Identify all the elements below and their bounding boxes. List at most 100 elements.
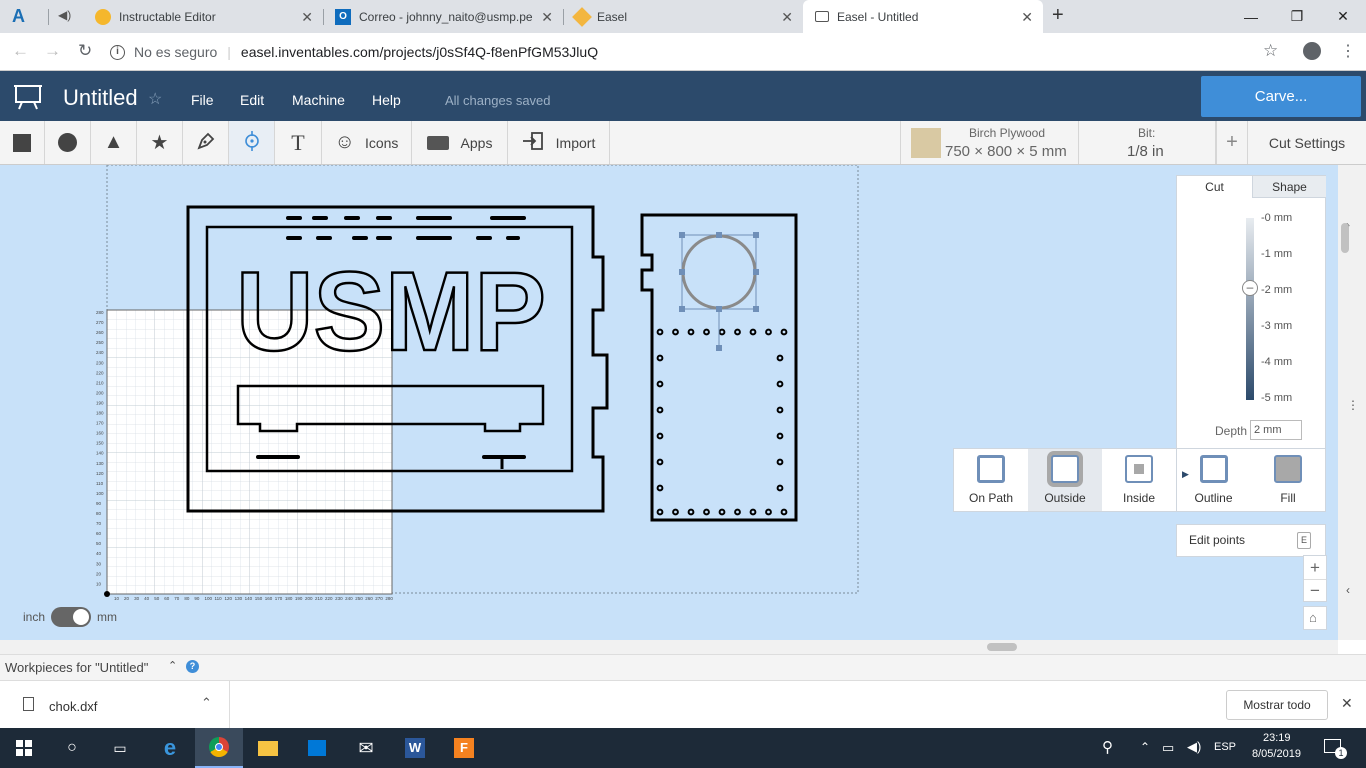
zoom-in-button[interactable]: + [1304, 556, 1326, 579]
store-icon[interactable] [293, 728, 341, 768]
save-status: All changes saved [445, 93, 551, 108]
search-icon[interactable]: ○ [48, 728, 96, 768]
depth-slider-track[interactable] [1246, 218, 1254, 400]
depth-tick-label: -1 mm [1261, 248, 1293, 260]
people-icon[interactable]: ⚲ [1102, 738, 1113, 756]
menu-machine[interactable]: Machine [292, 92, 345, 108]
text-tool[interactable]: T [275, 121, 322, 164]
volume-icon[interactable]: ◀) [1187, 739, 1201, 755]
tab-cut[interactable]: Cut [1177, 176, 1252, 198]
word-icon[interactable]: W [391, 728, 439, 768]
material-selector[interactable]: Birch Plywood 750 × 800 × 5 mm [900, 121, 1079, 164]
easel-logo-icon[interactable] [14, 84, 42, 115]
zoom-out-button[interactable]: − [1304, 579, 1326, 602]
square-icon [13, 133, 31, 152]
star-icon[interactable]: ☆ [1263, 41, 1278, 61]
star-tool[interactable]: ★ [137, 121, 183, 164]
clock-date[interactable]: 8/05/2019 [1252, 748, 1301, 760]
edit-points-button[interactable]: Edit points E [1176, 524, 1326, 557]
horizontal-scrollbar[interactable] [0, 640, 1338, 654]
windows-start-icon[interactable] [0, 728, 48, 768]
y-tick-label: 270 [96, 320, 104, 325]
x-tick-label: 40 [144, 596, 150, 601]
cut-outside-button[interactable]: Outside [1028, 449, 1102, 511]
new-tab-button[interactable]: + [1052, 4, 1064, 27]
carve-button[interactable]: Carve... [1201, 76, 1361, 117]
triangle-tool[interactable]: ▲ [91, 121, 137, 164]
unit-toggle[interactable] [51, 607, 91, 627]
close-tab-icon[interactable]: ✕ [1021, 9, 1033, 26]
back-icon[interactable]: ← [12, 41, 29, 61]
close-tab-icon[interactable]: ✕ [781, 9, 793, 26]
menu-dots-icon[interactable]: ⋮ [1340, 41, 1356, 61]
close-tab-icon[interactable]: ✕ [301, 9, 313, 26]
tab-instructable-editor[interactable]: Instructable Editor ✕ [83, 0, 323, 33]
edge-icon[interactable]: e [146, 728, 194, 768]
cut-fill-button[interactable]: Fill [1251, 449, 1325, 511]
mail-icon[interactable]: ✉ [342, 728, 390, 768]
circle-tool[interactable] [45, 121, 91, 164]
hole-point [765, 508, 772, 516]
vertical-scrollbar[interactable]: › ⋮ ‹ [1338, 165, 1366, 640]
menu-edit[interactable]: Edit [240, 92, 264, 108]
notification-count: 1 [1335, 747, 1347, 759]
project-title[interactable]: Untitled [63, 85, 138, 111]
cut-outline-button[interactable]: ▶ Outline [1176, 449, 1250, 511]
x-tick-label: 200 [305, 596, 313, 601]
apps-tool[interactable]: Apps [412, 121, 508, 164]
menu-file[interactable]: File [191, 92, 214, 108]
download-item[interactable]: chok.dxf ⌃ [0, 681, 230, 729]
show-all-button[interactable]: Mostrar todo [1226, 690, 1328, 720]
chrome-icon[interactable] [195, 728, 243, 768]
point-tool[interactable] [229, 121, 275, 164]
close-icon[interactable]: ✕ [1341, 695, 1353, 712]
bit-selector[interactable]: Bit: 1/8 in [1079, 121, 1216, 164]
fusion360-icon[interactable]: F [440, 728, 488, 768]
scroll-thumb[interactable] [1341, 223, 1349, 253]
mute-icon[interactable]: ◀) [58, 8, 71, 22]
square-tool[interactable] [0, 121, 45, 164]
workpiece-svg: 10 20 30 40 50 60 70 80 90 100 110 120 130 140 150 160 1… [96, 165, 859, 601]
tray-chevron-up-icon[interactable]: ⌃ [1140, 740, 1150, 754]
network-icon[interactable]: ▭ [1162, 740, 1174, 756]
menu-help[interactable]: Help [372, 92, 401, 108]
import-tool[interactable]: Import [508, 121, 610, 164]
help-icon[interactable]: ? [186, 660, 199, 673]
tab-easel[interactable]: Easel ✕ [563, 0, 803, 33]
minimize-button[interactable]: — [1228, 0, 1274, 33]
language-indicator[interactable]: ESP [1214, 741, 1236, 753]
task-view-icon[interactable]: ▭ [96, 728, 144, 768]
close-tab-icon[interactable]: ✕ [541, 9, 553, 26]
icons-tool[interactable]: ☺ Icons [322, 121, 412, 164]
tab-easel-untitled[interactable]: Easel - Untitled ✕ [803, 0, 1043, 33]
add-bit-button[interactable]: + [1216, 121, 1248, 164]
security-label: No es seguro [134, 44, 218, 60]
design-canvas[interactable]: 10 20 30 40 50 60 70 80 90 100 110 120 130 140 150 160 1… [0, 165, 1338, 640]
tab-shape[interactable]: Shape [1252, 176, 1326, 198]
hscroll-thumb[interactable] [987, 643, 1017, 651]
clock-time[interactable]: 23:19 [1263, 732, 1291, 744]
unit-mm-label: mm [97, 610, 117, 624]
home-view-button[interactable]: ⌂ [1303, 606, 1327, 630]
maximize-button[interactable]: ❐ [1274, 0, 1320, 33]
forward-icon[interactable]: → [44, 41, 61, 61]
depth-input[interactable] [1250, 420, 1302, 440]
profile-icon[interactable] [1303, 42, 1321, 60]
tab-autodesk[interactable]: A [0, 0, 50, 33]
tab-correo[interactable]: O Correo - johnny_naito@usmp.pe ✕ [323, 0, 563, 33]
cut-inside-button[interactable]: Inside [1102, 449, 1176, 511]
close-window-button[interactable]: ✕ [1320, 0, 1366, 33]
y-tick-label: 20 [96, 571, 102, 576]
file-explorer-icon[interactable] [244, 728, 292, 768]
cut-settings-button[interactable]: Cut Settings [1248, 121, 1366, 164]
y-tick-label: 110 [96, 481, 104, 486]
url-input[interactable]: i No es seguro | easel.inventables.com/p… [110, 38, 1300, 66]
depth-slider-handle[interactable]: – [1242, 280, 1258, 296]
pen-tool[interactable] [183, 121, 229, 164]
favorite-star-icon[interactable]: ☆ [148, 89, 162, 109]
chevron-up-icon[interactable]: ⌃ [201, 695, 212, 711]
cut-on-path-button[interactable]: On Path [954, 449, 1028, 511]
workpieces-bar[interactable]: Workpieces for "Untitled" ⌃ ? [0, 654, 1366, 680]
reload-icon[interactable]: ↻ [78, 41, 92, 61]
y-tick-label: 40 [96, 551, 102, 556]
